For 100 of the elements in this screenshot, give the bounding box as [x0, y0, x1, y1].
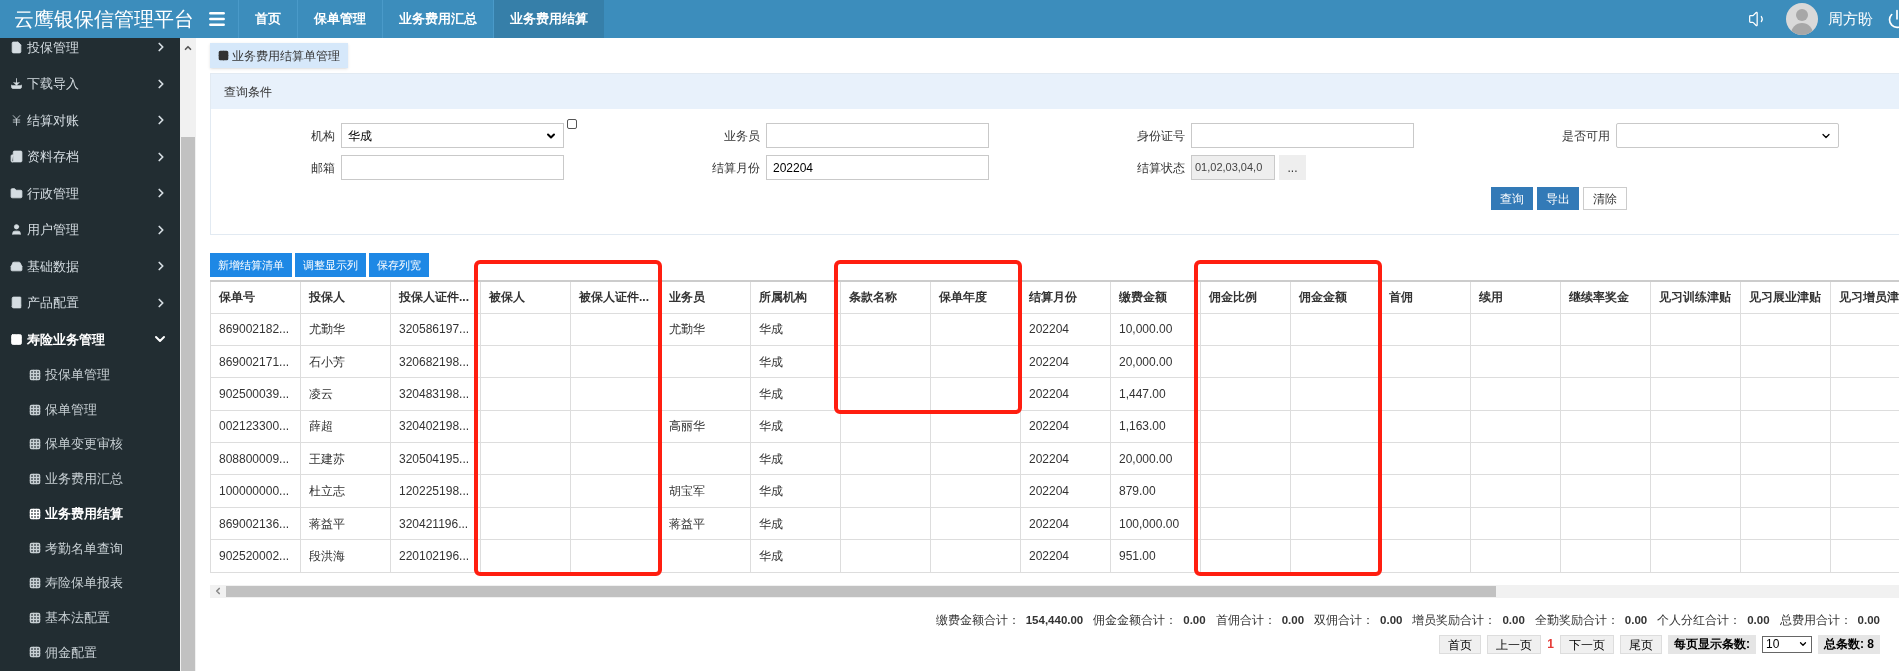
- total-label: 缴费金额合计：: [935, 612, 1020, 628]
- table-cell: 902520002...: [210, 539, 301, 573]
- folder-icon: [10, 186, 23, 200]
- page-size-select[interactable]: 10: [1762, 635, 1812, 653]
- table-cell: 华成: [750, 377, 841, 411]
- table-cell: 879.00: [1110, 474, 1201, 508]
- table-cell: 100,000.00: [1110, 507, 1201, 540]
- next-page-button[interactable]: 下一页: [1560, 634, 1614, 654]
- field-label: 结算月份: [711, 159, 761, 177]
- query-button[interactable]: 清除: [1583, 187, 1627, 210]
- page-tab[interactable]: 业务费用结算单管理: [210, 43, 348, 68]
- table-cell: 1,447.00: [1110, 377, 1201, 411]
- table-cell: 202204: [1020, 474, 1111, 508]
- column-header[interactable]: 条款名称: [840, 281, 931, 313]
- toolbar-button[interactable]: 调整显示列: [295, 253, 366, 277]
- input-field[interactable]: [341, 155, 564, 180]
- column-header[interactable]: 续用: [1470, 281, 1561, 313]
- total-value: 0.00: [1502, 612, 1525, 628]
- first-page-button[interactable]: 首页: [1439, 634, 1482, 654]
- column-header[interactable]: 所属机构: [750, 281, 841, 313]
- table-cell: 蒋益平: [660, 507, 751, 540]
- sidebar-subitem[interactable]: 业务费用汇总: [0, 461, 180, 497]
- sidebar-item[interactable]: 下载导入: [0, 65, 180, 102]
- sidebar-subitem[interactable]: 保单变更审核: [0, 426, 180, 462]
- toolbar-button[interactable]: 保存列宽: [369, 253, 429, 277]
- menu-icon[interactable]: [207, 9, 227, 29]
- user-icon: [10, 223, 23, 237]
- column-header[interactable]: 被保人证件...: [570, 281, 661, 313]
- sidebar-item[interactable]: 产品配置: [0, 284, 180, 321]
- input-field[interactable]: [1191, 123, 1414, 148]
- query-button[interactable]: 导出: [1537, 187, 1579, 210]
- sidebar-subitem[interactable]: 保单管理: [0, 392, 180, 427]
- table-cell: 202204: [1020, 345, 1111, 378]
- column-header[interactable]: 被保人: [480, 281, 571, 313]
- column-header[interactable]: 首佣: [1380, 281, 1471, 313]
- query-button[interactable]: 查询: [1491, 187, 1533, 210]
- table-cell: 尤勤华: [300, 313, 391, 346]
- column-header[interactable]: 投保人证件...: [390, 281, 481, 313]
- table-cell: 320586197...: [390, 313, 481, 346]
- total-label: 佣金金额合计：: [1093, 612, 1178, 628]
- toolbar-button[interactable]: 新增结算清单: [210, 253, 292, 277]
- field-label: 结算状态: [1136, 159, 1186, 177]
- avatar[interactable]: [1786, 3, 1818, 35]
- column-header[interactable]: 见习展业津贴: [1740, 281, 1831, 313]
- sidebar-subitem[interactable]: 佣金配置: [0, 635, 180, 670]
- input-field[interactable]: [766, 123, 989, 148]
- table-cell: 100000000...: [210, 474, 301, 508]
- field-label: 机构: [310, 127, 336, 145]
- table-cell: 石小芳: [300, 345, 391, 378]
- table-cell: 202204: [1020, 539, 1111, 573]
- scroll-up-icon[interactable]: [183, 43, 193, 53]
- sidebar-item[interactable]: 寿险业务管理: [0, 321, 180, 358]
- column-header[interactable]: 佣金金额: [1290, 281, 1381, 313]
- total-label: 个人分红合计：: [1657, 612, 1742, 628]
- status-field[interactable]: 01,02,03,04,0: [1191, 155, 1275, 180]
- user-name[interactable]: 周方盼: [1828, 7, 1873, 31]
- column-header[interactable]: 业务员: [660, 281, 751, 313]
- sidebar-subitem[interactable]: 业务费用结算: [0, 496, 180, 531]
- column-header[interactable]: 见习训练津贴: [1650, 281, 1741, 313]
- sidebar-subitem[interactable]: 寿险保单报表: [0, 565, 180, 601]
- column-header[interactable]: 保单号: [210, 281, 301, 313]
- nav-tab[interactable]: 业务费用结算: [493, 0, 604, 38]
- table-cell: 20,000.00: [1110, 442, 1201, 475]
- table-cell: 华成: [750, 507, 841, 540]
- column-header[interactable]: 保单年度: [930, 281, 1021, 313]
- sidebar-item[interactable]: 行政管理: [0, 175, 180, 212]
- sidebar-item[interactable]: 用户管理: [0, 211, 180, 248]
- sidebar-subitem[interactable]: 考勤名单查询: [0, 530, 180, 566]
- horizontal-scrollbar[interactable]: [210, 584, 1899, 598]
- column-header[interactable]: 缴费金额: [1110, 281, 1201, 313]
- sidebar-subitem[interactable]: 投保单管理: [0, 357, 180, 393]
- last-page-button[interactable]: 尾页: [1620, 634, 1662, 654]
- picker-button[interactable]: ...: [1279, 155, 1306, 180]
- table-cell: 320483198...: [390, 377, 481, 411]
- column-header[interactable]: 结算月份: [1020, 281, 1111, 313]
- sidebar-item[interactable]: 基础数据: [0, 248, 180, 285]
- table-cell: 202204: [1020, 442, 1111, 475]
- table-cell: 869002182...: [210, 313, 301, 346]
- column-header[interactable]: 继续率奖金: [1560, 281, 1651, 313]
- column-header[interactable]: 投保人: [300, 281, 391, 313]
- nav-tab[interactable]: 保单管理: [297, 0, 382, 38]
- scroll-left-icon[interactable]: [213, 586, 223, 597]
- sidebar-item[interactable]: 资料存档: [0, 138, 180, 175]
- select-field[interactable]: [1616, 123, 1839, 148]
- sidebar-item[interactable]: 投保管理: [0, 38, 180, 66]
- current-page: 1: [1547, 636, 1554, 654]
- column-header[interactable]: 见习增员津: [1830, 281, 1899, 313]
- input-field[interactable]: 202204: [766, 155, 989, 180]
- prev-page-button[interactable]: 上一页: [1487, 634, 1542, 654]
- scrollbar[interactable]: [180, 38, 196, 671]
- checkbox[interactable]: [567, 119, 577, 129]
- column-header[interactable]: 佣金比例: [1200, 281, 1291, 313]
- field-label: 是否可用: [1561, 127, 1611, 145]
- sidebar-item[interactable]: 结算对账: [0, 102, 180, 139]
- select-field[interactable]: 华成: [341, 123, 564, 148]
- sidebar-subitem[interactable]: 基本法配置: [0, 600, 180, 635]
- table-cell: 20,000.00: [1110, 345, 1201, 378]
- book-icon: [10, 296, 23, 310]
- table-cell: 869002171...: [210, 345, 301, 378]
- nav-tab[interactable]: 首页: [238, 0, 297, 38]
